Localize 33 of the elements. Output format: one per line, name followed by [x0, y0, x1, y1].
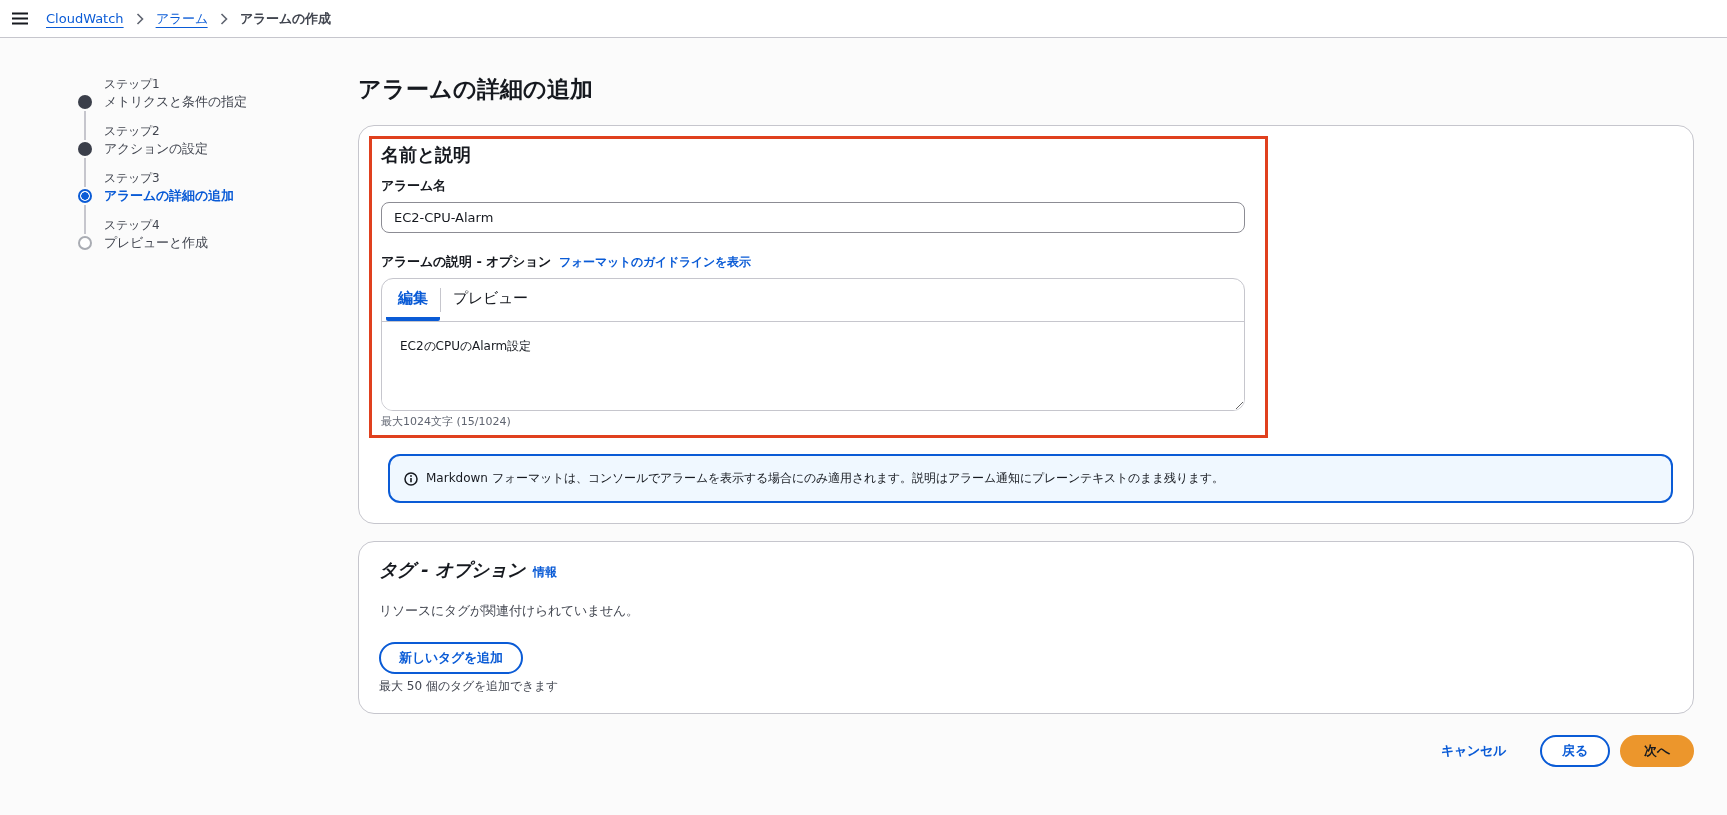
description-editor[interactable]: 編集 プレビュー EC2のCPUのAlarm設定 — [381, 278, 1245, 411]
cancel-button[interactable]: キャンセル — [1417, 736, 1530, 766]
add-tag-button[interactable]: 新しいタグを追加 — [379, 642, 523, 674]
menu-icon[interactable] — [12, 12, 28, 25]
step-label: ステップ1 — [104, 76, 161, 93]
empty-message: リソースにタグが関連付けられていません。 — [379, 602, 640, 620]
editor-tab[interactable]: プレビュー — [441, 279, 540, 321]
breadcrumb-current: アラームの作成 — [239, 9, 331, 28]
back-button[interactable]: 戻る — [1540, 735, 1610, 767]
section-title: 名前と説明 — [381, 143, 472, 167]
step-title[interactable]: アラームの詳細の追加 — [104, 187, 270, 205]
character-count: 最大1024文字 (15/1024) — [381, 414, 512, 429]
next-button[interactable]: 次へ — [1620, 735, 1694, 767]
step-title[interactable]: アクションの設定 — [104, 140, 270, 158]
info-text: Markdown フォーマットは、コンソールでアラームを表示する場合にのみ適用されます。説明はアラーム通知にプレーンテキストのまま残ります。 — [426, 470, 1224, 487]
step-label: ステップ4 — [104, 217, 161, 234]
info-link[interactable]: 情報 — [533, 564, 557, 581]
step-title[interactable]: メトリクスと条件の指定 — [104, 93, 270, 111]
hint-text: 最大 50 個のタグを追加できます — [379, 678, 559, 695]
chevron-icon — [219, 12, 228, 25]
page-title: アラームの詳細の追加 — [358, 75, 594, 104]
guideline-link[interactable]: フォーマットのガイドラインを表示 — [559, 254, 752, 271]
breadcrumb-link[interactable]: CloudWatch — [46, 11, 124, 26]
field-label: アラーム名 — [381, 177, 447, 195]
info-icon — [404, 471, 418, 486]
chevron-icon — [135, 12, 144, 25]
breadcrumb-link[interactable]: アラーム — [155, 9, 208, 28]
step-label: ステップ2 — [104, 123, 161, 140]
step-label: ステップ3 — [104, 170, 161, 187]
section-title: タグ - オプション — [379, 558, 525, 582]
field-label: アラームの説明 - オプション — [381, 253, 552, 271]
alarm-name-field[interactable]: EC2-CPU-Alarm — [381, 202, 1245, 233]
step-title: プレビューと作成 — [104, 234, 209, 252]
